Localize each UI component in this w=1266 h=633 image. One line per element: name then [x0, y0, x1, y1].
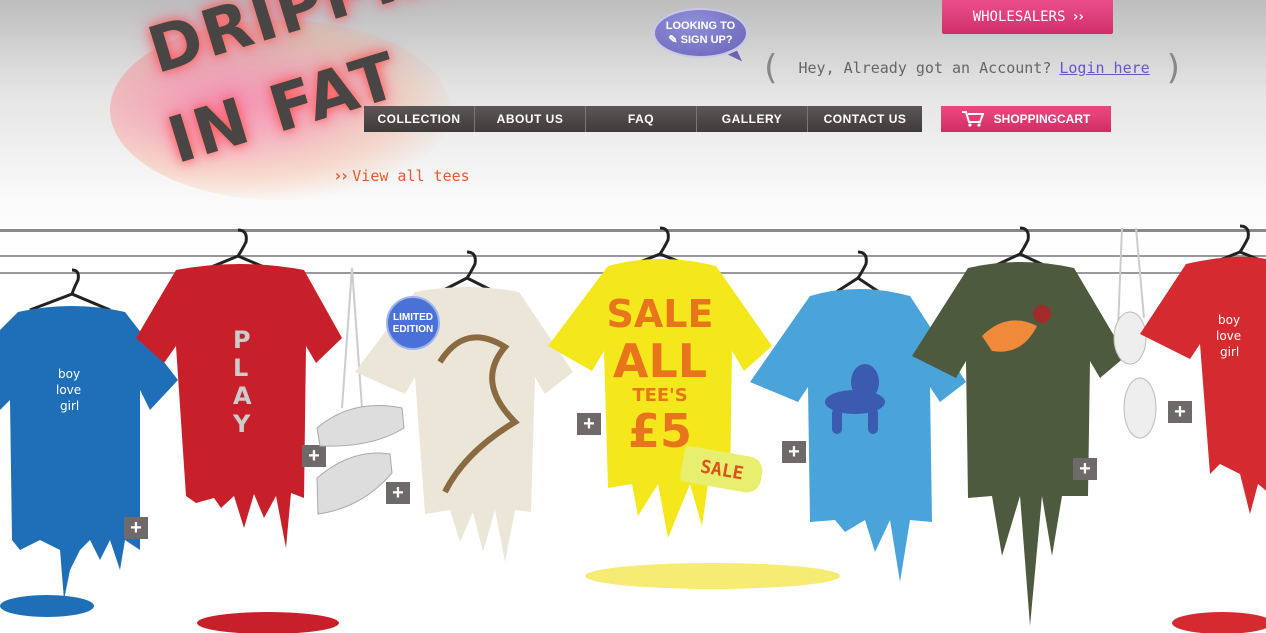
nav-item-faq[interactable]: FAQ	[586, 106, 697, 132]
nav-item-gallery[interactable]: GALLERY	[697, 106, 808, 132]
nav-item-collection[interactable]: COLLECTION	[364, 106, 475, 132]
left-bracket: (	[760, 48, 781, 88]
tee-print-text: boy	[58, 367, 80, 381]
add-tee-lightblue-button[interactable]: +	[782, 441, 806, 463]
wholesalers-label: WHOLESALERS	[972, 9, 1066, 25]
add-tee-olive-button[interactable]: +	[1073, 458, 1097, 480]
nav-item-about-us[interactable]: ABOUT US	[475, 106, 586, 132]
right-bracket: )	[1163, 48, 1185, 88]
double-chevron-right-icon: ››	[1071, 9, 1085, 25]
wholesalers-button[interactable]: WHOLESALERS ››	[942, 0, 1113, 34]
sale-text-line-3: TEE'S	[632, 385, 688, 406]
signup-bubble[interactable]: LOOKING TO ✎ SIGN UP?	[653, 8, 748, 58]
drip-puddle-blue	[0, 595, 94, 617]
account-text: Hey, Already got an Account?	[798, 59, 1052, 77]
tee-olive-bird[interactable]	[912, 226, 1132, 633]
svg-text:L: L	[233, 354, 248, 382]
svg-text:boy: boy	[1218, 313, 1240, 327]
drip-puddle-red-right	[1172, 612, 1266, 633]
limited-edition-badge: LIMITED EDITION	[386, 296, 440, 350]
svg-text:girl: girl	[60, 399, 79, 413]
svg-text:P: P	[233, 326, 251, 354]
view-all-tees-label: View all tees	[352, 166, 470, 185]
add-tee-cream-button[interactable]: +	[386, 482, 410, 504]
nav-item-contact-us[interactable]: CONTACT US	[808, 106, 922, 132]
svg-text:A: A	[233, 382, 252, 410]
view-all-tees-link[interactable]: ›› View all tees	[333, 166, 470, 185]
pencil-icon: ✎	[668, 34, 678, 46]
tee-red-boy-love-girl[interactable]: boy love girl	[1140, 224, 1266, 529]
login-link[interactable]: Login here	[1059, 59, 1149, 77]
signup-line-2: SIGN UP?	[680, 34, 733, 46]
account-login-row: ( Hey, Already got an Account? Login her…	[760, 50, 1184, 86]
shopping-cart-label: SHOPPINGCART	[993, 112, 1091, 126]
add-tee-yellow-button[interactable]: +	[577, 413, 601, 435]
sale-text-line-2: ALL	[612, 334, 708, 388]
sale-text-line-1: SALE	[606, 292, 714, 336]
svg-text:love: love	[1216, 329, 1241, 343]
double-chevron-right-icon: ››	[333, 166, 349, 185]
tee-cream-limited[interactable]	[355, 250, 575, 577]
svg-text:love: love	[56, 383, 81, 397]
drip-puddle-red	[197, 612, 339, 633]
shopping-cart-icon	[961, 111, 984, 127]
svg-text:girl: girl	[1220, 345, 1239, 359]
svg-text:Y: Y	[232, 410, 251, 438]
main-nav: COLLECTION ABOUT US FAQ GALLERY CONTACT …	[364, 106, 922, 132]
shopping-cart-button[interactable]: SHOPPINGCART	[941, 106, 1111, 132]
signup-line-1: LOOKING TO	[665, 20, 736, 32]
